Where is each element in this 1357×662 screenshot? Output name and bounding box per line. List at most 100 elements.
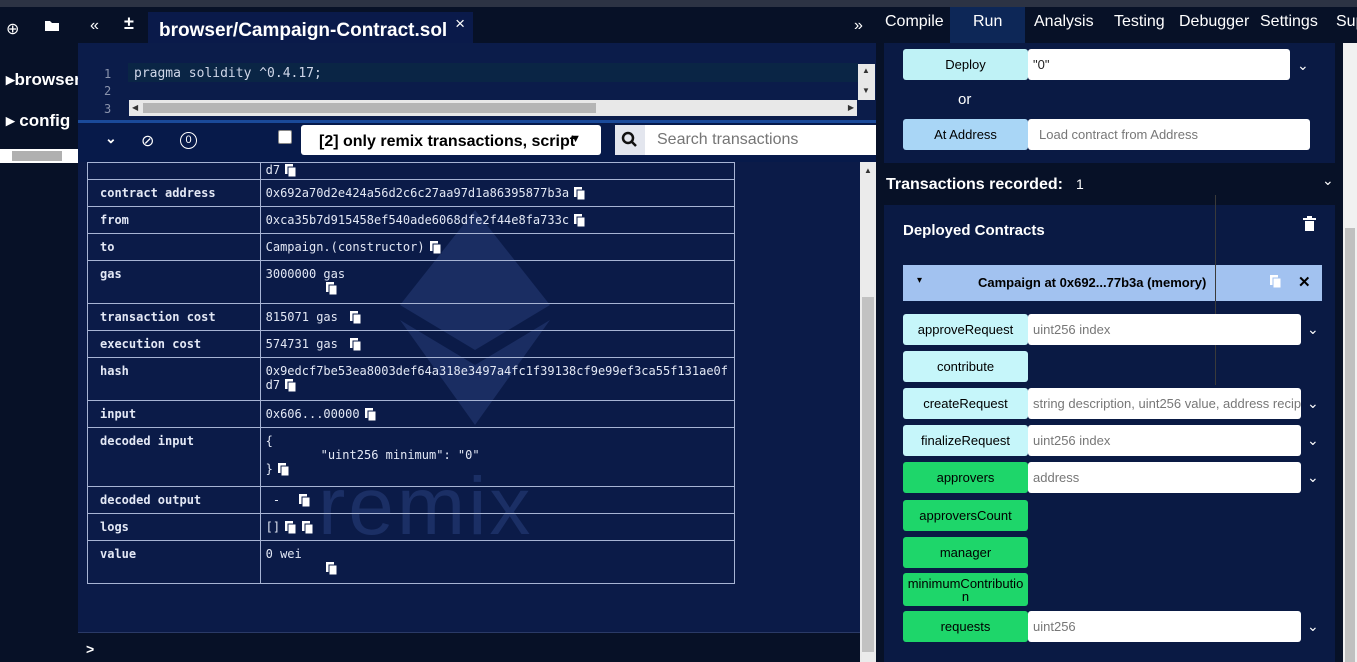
copy-icon[interactable] — [349, 311, 362, 325]
search-transactions-input[interactable] — [645, 125, 876, 155]
tree-item-browser[interactable]: ▸browser — [6, 70, 81, 90]
copy-icon[interactable] — [364, 408, 377, 422]
copy-icon[interactable] — [349, 338, 362, 352]
copy-icon[interactable] — [277, 463, 290, 477]
table-row: contract address 0x692a70d2e424a56d2c6c27… — [87, 179, 736, 207]
copy-icon[interactable] — [574, 214, 586, 228]
chevron-down-icon[interactable]: ⌄ — [1307, 469, 1319, 486]
row-key: gas — [87, 260, 261, 304]
chevron-down-icon[interactable]: ⌄ — [1307, 432, 1319, 449]
finalizeRequest-input[interactable]: uint256 index — [1028, 425, 1301, 456]
tab-testing[interactable]: Testing — [1114, 13, 1165, 31]
close-tab-icon[interactable]: × — [455, 14, 465, 34]
finalizeRequest-button[interactable]: finalizeRequest — [903, 425, 1028, 456]
caret-down-icon[interactable]: ▾ — [917, 275, 922, 286]
row-value: [] — [265, 520, 281, 534]
plus-circle-icon[interactable]: ⊕ — [6, 19, 19, 39]
increase-font-icon[interactable]: ± — [124, 13, 134, 34]
table-row: input 0x606...00000 — [87, 400, 736, 428]
editor-hscrollbar[interactable]: ◀ ▶ — [129, 100, 857, 116]
row-key: from — [87, 206, 261, 234]
file-tab[interactable]: browser/Campaign-Contract.sol × — [148, 12, 473, 45]
chevron-down-icon[interactable]: ⌄ — [1307, 395, 1319, 412]
contract-instance-title: Campaign at 0x692...77b3a (memory) — [978, 275, 1207, 290]
copy-icon[interactable] — [302, 521, 314, 535]
minimize-terminal-icon[interactable]: ⌄ — [105, 130, 117, 147]
minimumContribution-button[interactable]: minimumContribution — [903, 573, 1028, 606]
row-value: 0 wei — [265, 547, 302, 561]
chevron-down-icon[interactable]: ⌄ — [1307, 618, 1319, 635]
row-value: Campaign.(constructor) — [265, 240, 425, 254]
editor-vscrollbar[interactable]: ▲ ▼ — [858, 64, 875, 100]
tab-run[interactable]: Run — [973, 13, 1002, 31]
terminal-prompt[interactable]: > — [78, 632, 860, 662]
deploy-button[interactable]: Deploy — [903, 49, 1028, 80]
approveRequest-button[interactable]: approveRequest — [903, 314, 1028, 345]
approveRequest-input[interactable]: uint256 index — [1028, 314, 1301, 345]
tree-item-label: config — [19, 111, 71, 130]
table-row: execution cost 574731 gas — [87, 330, 736, 358]
collapse-left-panel-icon[interactable]: « — [90, 17, 99, 35]
copy-icon[interactable] — [325, 562, 338, 576]
table-row: gas 3000000 gas — [87, 260, 736, 304]
row-key: logs — [87, 513, 261, 541]
createRequest-input[interactable]: string description, uint256 value, addre… — [1028, 388, 1301, 419]
tab-settings[interactable]: Settings — [1260, 13, 1318, 31]
row-value: 0x9edcf7be53ea8003def64a318e3497a4fc1f39… — [265, 364, 728, 378]
tab-analysis[interactable]: Analysis — [1034, 13, 1094, 31]
table-row: value 0 wei — [87, 540, 736, 584]
deploy-args-input[interactable]: "0" — [1028, 49, 1290, 80]
terminal-vscrollbar[interactable]: ▲ — [860, 162, 876, 662]
row-key: value — [87, 540, 261, 584]
table-row: decoded input {"uint256 minimum": "0"} — [87, 427, 736, 487]
contract-instance-header[interactable]: ▾ Campaign at 0x692...77b3a (memory) ✕ — [903, 265, 1322, 301]
tab-compile[interactable]: Compile — [885, 13, 944, 31]
row-value-end: } — [265, 462, 273, 476]
approvers-input[interactable]: address — [1028, 462, 1301, 493]
tree-item-config[interactable]: ▸ config — [6, 111, 70, 131]
copy-icon[interactable] — [285, 379, 297, 393]
at-address-button[interactable]: At Address — [903, 119, 1028, 150]
table-row: hash 0x9edcf7be53ea8003def64a318e3497a4fc… — [87, 357, 736, 401]
row-key: decoded input — [87, 427, 261, 487]
manager-button[interactable]: manager — [903, 537, 1028, 568]
copy-icon[interactable] — [299, 494, 311, 508]
tab-debugger[interactable]: Debugger — [1179, 13, 1249, 31]
code-line[interactable]: pragma solidity ^0.4.17; — [134, 66, 322, 81]
copy-icon[interactable] — [429, 241, 442, 255]
copy-icon[interactable] — [285, 521, 297, 535]
listen-network-checkbox[interactable] — [278, 130, 292, 144]
row-key: input — [87, 400, 261, 428]
createRequest-button[interactable]: createRequest — [903, 388, 1028, 419]
line-number: 2 — [104, 84, 112, 98]
row-value-cont: "uint256 minimum": "0" — [320, 448, 480, 462]
folder-open-icon[interactable] — [44, 19, 61, 38]
trash-icon[interactable] — [1303, 216, 1316, 236]
pending-tx-badge: 0 — [180, 132, 197, 149]
clear-console-icon[interactable]: ⊘ — [141, 131, 154, 151]
copy-icon[interactable] — [574, 187, 586, 201]
chevron-down-icon[interactable]: ⌄ — [1322, 172, 1334, 189]
close-icon[interactable]: ✕ — [1298, 273, 1311, 291]
approversCount-button[interactable]: approversCount — [903, 500, 1028, 531]
row-key: decoded output — [87, 486, 261, 514]
caret-down-icon: ▼ — [570, 133, 581, 145]
at-address-input[interactable]: Load contract from Address — [1028, 119, 1310, 150]
chevron-down-icon[interactable]: ⌄ — [1297, 57, 1309, 74]
collapse-right-panel-icon[interactable]: » — [854, 17, 863, 35]
copy-icon[interactable] — [285, 164, 297, 178]
tab-support[interactable]: Sup — [1336, 13, 1357, 31]
file-explorer-hscrollbar[interactable] — [0, 149, 78, 163]
right-panel-vscrollbar[interactable] — [1343, 43, 1357, 662]
row-key — [87, 162, 261, 180]
search-icon[interactable] — [615, 125, 645, 155]
copy-icon[interactable] — [1270, 275, 1282, 294]
filter-label: [2] only remix transactions, script — [319, 133, 576, 150]
chevron-down-icon[interactable]: ⌄ — [1307, 321, 1319, 338]
requests-button[interactable]: requests — [903, 611, 1028, 642]
copy-icon[interactable] — [325, 282, 338, 296]
contribute-button[interactable]: contribute — [903, 351, 1028, 382]
transaction-filter-dropdown[interactable]: [2] only remix transactions, script ▼ — [301, 125, 601, 155]
approvers-button[interactable]: approvers — [903, 462, 1028, 493]
requests-input[interactable]: uint256 — [1028, 611, 1301, 642]
